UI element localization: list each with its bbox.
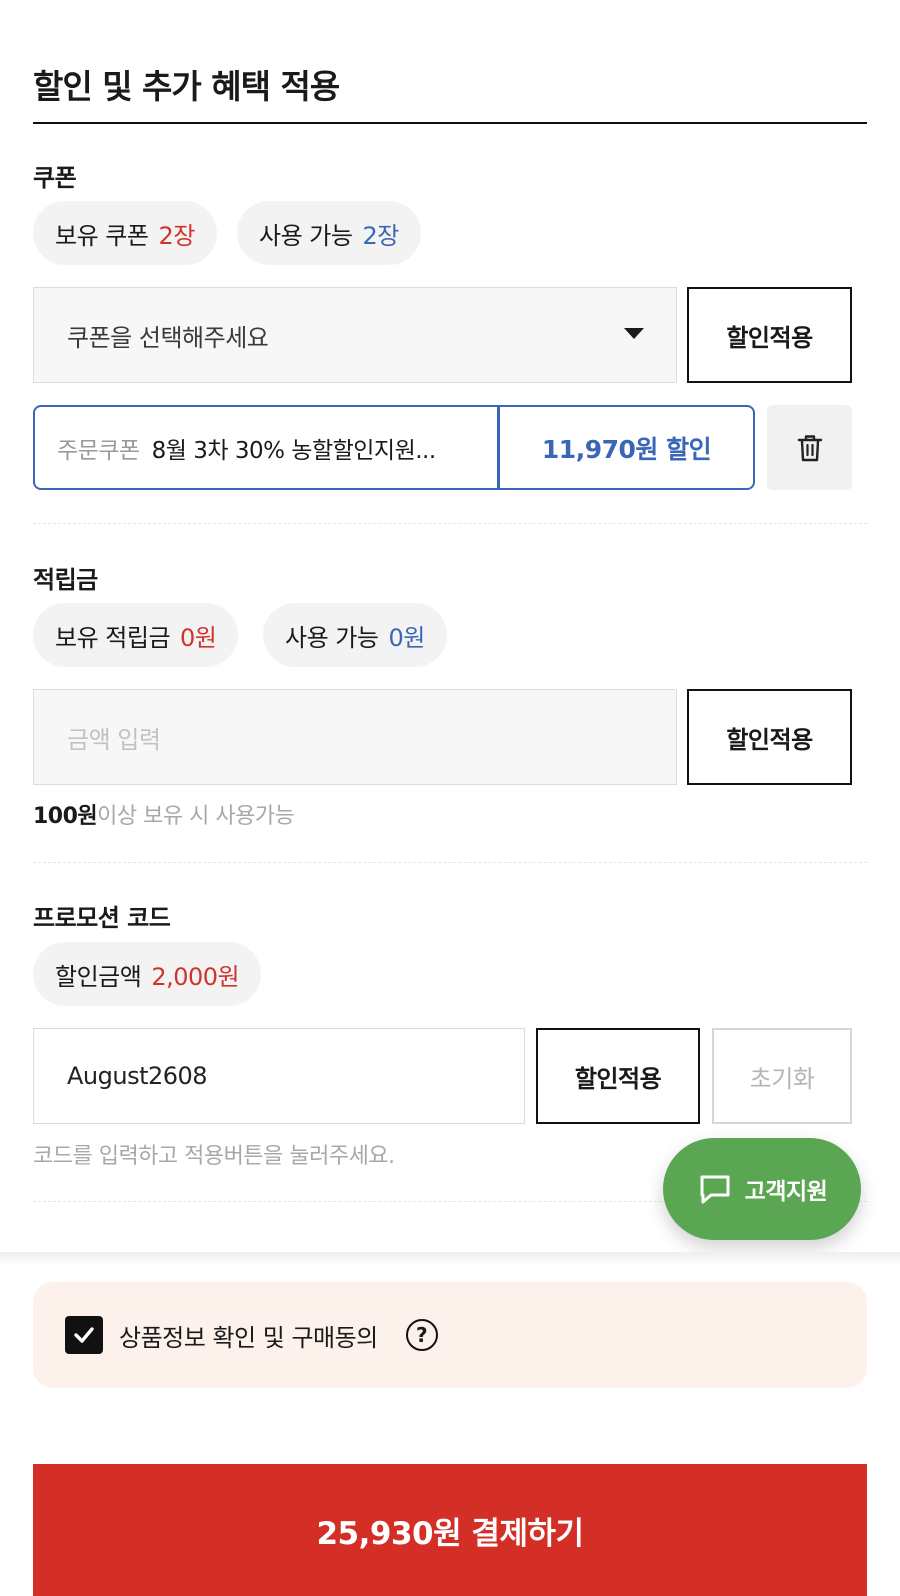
points-section-title: 적립금 [33,566,98,594]
coupon-select[interactable]: 쿠폰을 선택해주세요 [33,287,677,383]
promo-reset-button[interactable]: 초기화 [712,1028,852,1124]
held-points-label: 보유 적립금 [55,623,171,652]
delete-coupon-button[interactable] [767,405,852,490]
held-coupon-label: 보유 쿠폰 [55,221,149,250]
available-coupon-count: 2장 [362,221,399,250]
promo-discount-value: 2,000원 [151,962,240,991]
help-icon[interactable]: ? [405,1319,438,1351]
coupon-apply-button[interactable]: 할인적용 [687,287,852,383]
promo-code-input[interactable]: August2608 [33,1028,525,1124]
caret-down-icon [624,328,644,339]
held-points-value: 0원 [180,623,217,652]
promo-discount-label: 할인금액 [55,962,142,991]
available-coupon-label: 사용 가능 [259,221,353,250]
title-divider [33,122,867,124]
promo-section-title: 프로모션 코드 [33,904,171,932]
points-amount-placeholder: 금액 입력 [67,725,161,754]
chat-icon [700,1175,730,1204]
agreement-checkbox[interactable] [65,1316,103,1354]
points-apply-button[interactable]: 할인적용 [687,689,852,785]
points-amount-input[interactable]: 금액 입력 [33,689,677,785]
available-points-label: 사용 가능 [285,623,379,652]
applied-coupon-type: 주문쿠폰 [57,437,140,464]
checkout-button[interactable]: 25,930원 결제하기 [33,1464,867,1596]
points-hint-text: 이상 보유 시 사용가능 [97,804,295,829]
purchase-agreement: 상품정보 확인 및 구매동의 ? [33,1282,867,1388]
bottom-panel-shadow [0,1252,900,1266]
customer-support-label: 고객지원 [744,1179,828,1205]
section-divider [33,862,867,863]
promo-hint: 코드를 입력하고 적용버튼을 눌러주세요. [33,1144,395,1169]
points-hint-amount: 100원 [33,804,98,829]
points-hint: 100원이상 보유 시 사용가능 [33,798,295,830]
trash-icon [797,434,822,461]
section-divider [33,523,867,524]
coupon-select-value: 쿠폰을 선택해주세요 [67,323,269,352]
available-points-chip: 사용 가능 0원 [263,603,447,667]
promo-code-value: August2608 [67,1062,208,1090]
promo-discount-chip: 할인금액 2,000원 [33,942,262,1006]
held-coupon-count: 2장 [158,221,195,250]
promo-apply-button[interactable]: 할인적용 [536,1028,700,1124]
available-points-value: 0원 [388,623,425,652]
applied-coupon-discount: 11,970원 할인 [498,405,755,490]
page-title: 할인 및 추가 혜택 적용 [33,67,340,106]
coupon-section-title: 쿠폰 [33,164,77,192]
customer-support-button[interactable]: 고객지원 [663,1138,861,1240]
agreement-label[interactable]: 상품정보 확인 및 구매동의 [119,1318,378,1353]
checkmark-icon [74,1327,94,1343]
held-points-chip: 보유 적립금 0원 [33,603,239,667]
available-coupon-chip: 사용 가능 2장 [237,201,421,265]
applied-coupon-info: 주문쿠폰 8월 3차 30% 농할할인지원... [33,405,499,490]
held-coupon-chip: 보유 쿠폰 2장 [33,201,217,265]
applied-coupon-name: 8월 3차 30% 농할할인지원... [151,437,436,464]
